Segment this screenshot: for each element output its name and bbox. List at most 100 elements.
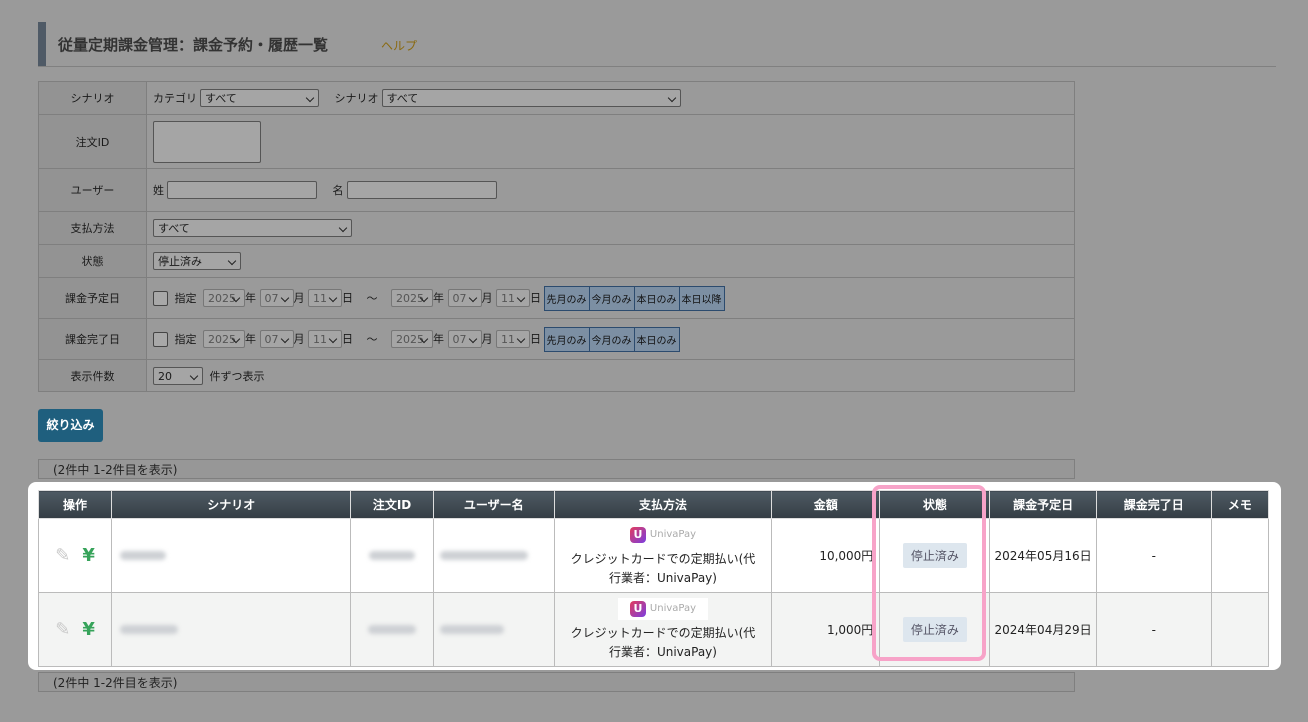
per-page-suffix: 件ずつ表示 [209,369,265,383]
scheduled-from-year[interactable]: 2025 [203,289,245,307]
scheduled-to-year[interactable]: 2025 [391,289,433,307]
scenario-select-label: シナリオ [334,92,379,105]
memo-cell [1210,592,1270,667]
payment-cell: U UnivaPay クレジットカードでの定期払い(代 行業者：UnivaPay) [553,592,773,667]
user-name-cell [432,592,555,667]
scheduled-from-month[interactable]: 07 [259,289,294,307]
scheduled-this-month-button[interactable]: 今月のみ [588,285,635,311]
pencil-icon[interactable]: ✎ [55,619,70,640]
completed-from-month[interactable]: 07 [259,330,294,348]
status-badge: 停止済み [902,543,967,568]
univapay-logo: U UnivaPay [617,597,709,620]
month-unit: 月 [481,332,493,345]
completed-this-month-button[interactable]: 今月のみ [588,326,635,352]
row-operations: ✎ ¥ [37,518,113,593]
yen-icon[interactable]: ¥ [82,545,95,566]
header-accent-bar [38,22,46,66]
univapay-logo: U UnivaPay [617,523,709,546]
last-name-label: 姓 [153,184,164,197]
scheduled-to-month[interactable]: 07 [447,289,482,307]
first-name-input[interactable] [346,181,497,199]
user-name-cell [432,518,555,593]
last-name-input[interactable] [167,181,317,199]
scenario-cell [111,518,352,593]
redacted-scenario [120,550,167,560]
payment-select[interactable]: すべて [153,219,352,237]
status-cell: 停止済み [879,518,991,593]
day-unit: 日 [342,332,353,345]
yen-icon[interactable]: ¥ [82,619,95,640]
status-select[interactable]: 停止済み [153,252,241,270]
col-completed: 課金完了日 [1095,490,1212,519]
status-badge: 停止済み [902,617,967,642]
completed-from-year[interactable]: 2025 [203,330,245,348]
table-row: ✎ ¥ U UnivaPay クレジットカードでの定期払い(代 行業者：UnivaP… [37,518,1270,593]
year-unit: 年 [245,332,256,345]
order-id-cell [350,592,434,667]
year-unit: 年 [433,291,444,304]
narrow-button[interactable]: 絞り込み [38,409,103,442]
completed-from-day[interactable]: 11 [308,330,342,348]
completed-to-year[interactable]: 2025 [391,330,433,348]
payment-method-text-2: 行業者：UnivaPay) [608,644,717,659]
col-status: 状態 [879,490,991,519]
completed-date-label: 課金完了日 [38,318,147,360]
completed-to-day[interactable]: 11 [496,330,530,348]
completed-cell: - [1095,518,1212,593]
help-link[interactable]: ヘルプ [381,37,417,54]
status-label: 状態 [38,244,147,278]
payment-method-text: クレジットカードでの定期払い(代 [570,551,756,566]
page-header: 従量定期課金管理：課金予約・履歴一覧 ヘルプ [38,22,1276,67]
scheduled-from-today-button[interactable]: 本日以降 [678,285,725,311]
amount-cell: 1,000円 [771,592,881,667]
scheduled-specify-checkbox[interactable] [153,290,168,306]
scenario-cell [111,592,352,667]
category-select[interactable]: すべて [200,89,319,107]
month-unit: 月 [481,291,493,304]
payment-cell: U UnivaPay クレジットカードでの定期払い(代 行業者：UnivaPay) [553,518,773,593]
pencil-icon[interactable]: ✎ [55,545,70,566]
scheduled-date-label: 課金予定日 [38,277,147,319]
col-amount: 金額 [771,490,881,519]
per-page-select[interactable]: 20 [153,366,203,385]
year-unit: 年 [433,332,444,345]
results-table: 操作 シナリオ 注文ID ユーザー名 支払方法 金額 状態 課金予定日 課金完了… [37,490,1270,667]
order-id-cell [350,518,434,593]
scheduled-from-day[interactable]: 11 [308,289,342,307]
day-unit: 日 [342,291,353,304]
range-tilde: ～ [366,333,378,346]
col-user-name: ユーザー名 [432,490,555,519]
col-payment: 支払方法 [553,490,773,519]
scheduled-last-month-button[interactable]: 先月のみ [543,285,590,311]
month-unit: 月 [293,332,305,345]
completed-specify-checkbox[interactable] [153,331,168,347]
completed-specify-label: 指定 [174,333,197,346]
completed-last-month-button[interactable]: 先月のみ [543,326,590,352]
payment-label: 支払方法 [38,211,147,245]
scheduled-to-day[interactable]: 11 [496,289,530,307]
range-tilde: ～ [366,292,378,305]
scenario-label: シナリオ [38,81,147,115]
payment-method-text: クレジットカードでの定期払い(代 [570,625,756,640]
page-title: 従量定期課金管理：課金予約・履歴一覧 [58,36,329,54]
status-cell: 停止済み [879,592,991,667]
redacted-user-name [439,550,528,560]
pager-top: (2件中 1-2件目を表示) [38,459,1075,479]
month-unit: 月 [293,291,305,304]
amount-cell: 10,000円 [771,518,881,593]
univapay-brand-text: UnivaPay [649,529,697,540]
scenario-select[interactable]: すべて [381,89,681,107]
redacted-user-name [439,624,504,634]
col-memo: メモ [1210,490,1270,519]
scheduled-today-button[interactable]: 本日のみ [633,285,680,311]
col-scenario: シナリオ [111,490,352,519]
category-label: カテゴリ [153,92,197,105]
results-card: 操作 シナリオ 注文ID ユーザー名 支払方法 金額 状態 課金予定日 課金完了… [28,482,1281,670]
completed-to-month[interactable]: 07 [447,330,482,348]
memo-cell [1210,518,1270,593]
col-order-id: 注文ID [350,490,434,519]
completed-today-button[interactable]: 本日のみ [633,326,680,352]
order-id-textarea[interactable] [153,120,261,163]
first-name-label: 名 [332,184,344,197]
pager-bottom: (2件中 1-2件目を表示) [38,672,1075,692]
